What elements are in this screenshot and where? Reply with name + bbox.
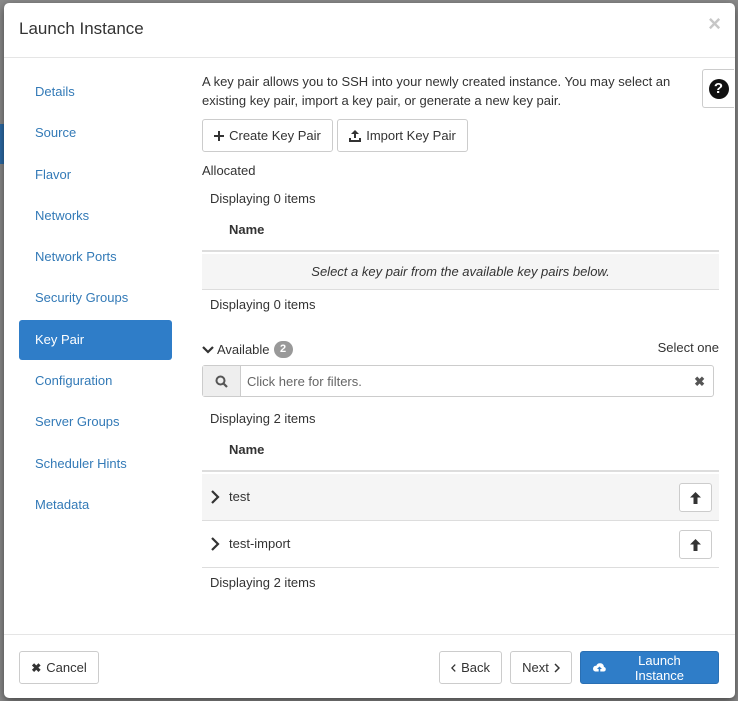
import-key-pair-button[interactable]: Import Key Pair <box>337 119 468 152</box>
cloud-upload-icon <box>593 662 606 671</box>
search-icon <box>215 375 228 388</box>
arrow-up-icon <box>690 538 701 551</box>
available-toggle[interactable]: Available 2 <box>202 341 293 358</box>
filter-bar: ✖ <box>202 365 714 397</box>
select-one-label: Select one <box>657 340 719 355</box>
launch-instance-modal: Launch Instance × Details Source Flavor … <box>4 3 735 698</box>
intro-text: A key pair allows you to SSH into your n… <box>202 74 671 108</box>
filter-addon <box>203 366 241 396</box>
import-key-pair-label: Import Key Pair <box>366 128 456 143</box>
allocated-table-header: Name <box>202 212 719 252</box>
modal-header: Launch Instance × <box>4 3 735 58</box>
sidebar-item-source[interactable]: Source <box>19 113 172 153</box>
available-count-bottom: Displaying 2 items <box>210 575 316 590</box>
clear-filter-icon[interactable]: ✖ <box>694 374 705 390</box>
allocated-column-name: Name <box>229 222 265 237</box>
chevron-down-icon <box>202 345 214 354</box>
key-pair-name: test <box>229 489 250 504</box>
available-column-name: Name <box>229 442 265 457</box>
sidebar-item-server-groups[interactable]: Server Groups <box>19 402 172 442</box>
table-row[interactable]: test <box>202 474 719 521</box>
modal-footer: ✖ Cancel Back Next Launch Instance <box>4 634 735 698</box>
arrow-up-icon <box>690 491 701 504</box>
close-icon[interactable]: × <box>708 13 721 35</box>
sidebar-item-flavor[interactable]: Flavor <box>19 155 172 195</box>
filter-input[interactable] <box>242 366 682 396</box>
upload-icon <box>349 129 362 142</box>
sidebar-item-scheduler-hints[interactable]: Scheduler Hints <box>19 444 172 484</box>
close-icon: ✖ <box>31 660 42 675</box>
allocate-button[interactable] <box>679 530 712 559</box>
sidebar-item-key-pair[interactable]: Key Pair <box>19 319 172 360</box>
sidebar-item-metadata[interactable]: Metadata <box>19 485 172 525</box>
allocated-count-top: Displaying 0 items <box>210 191 316 206</box>
wizard-sidebar: Details Source Flavor Networks Network P… <box>19 72 172 526</box>
table-row[interactable]: test-import <box>202 521 719 568</box>
chevron-right-icon[interactable] <box>209 536 221 552</box>
back-label: Back <box>461 660 490 675</box>
plus-icon <box>214 130 225 141</box>
available-heading: Available <box>217 342 270 357</box>
available-count-badge: 2 <box>273 341 293 358</box>
allocate-button[interactable] <box>679 483 712 512</box>
key-pair-name: test-import <box>229 536 291 551</box>
cancel-button[interactable]: ✖ Cancel <box>19 651 99 684</box>
back-button[interactable]: Back <box>439 651 502 684</box>
sidebar-item-details[interactable]: Details <box>19 72 172 112</box>
help-button[interactable]: ? <box>702 69 734 108</box>
chevron-right-icon[interactable] <box>209 489 221 505</box>
next-label: Next <box>522 660 549 675</box>
available-table-header: Name <box>202 432 719 472</box>
modal-title: Launch Instance <box>19 19 144 38</box>
allocated-count-bottom: Displaying 0 items <box>210 297 316 312</box>
sidebar-item-configuration[interactable]: Configuration <box>19 361 172 401</box>
allocated-heading: Allocated <box>202 163 256 178</box>
next-button[interactable]: Next <box>510 651 572 684</box>
sidebar-item-network-ports[interactable]: Network Ports <box>19 237 172 277</box>
sidebar-item-security-groups[interactable]: Security Groups <box>19 278 172 318</box>
chevron-right-icon <box>554 662 560 673</box>
available-count-top: Displaying 2 items <box>210 411 316 426</box>
chevron-left-icon <box>451 663 456 672</box>
cancel-label: Cancel <box>46 660 87 675</box>
launch-instance-label: Launch Instance <box>634 652 685 683</box>
sidebar-item-networks[interactable]: Networks <box>19 196 172 236</box>
create-key-pair-label: Create Key Pair <box>229 128 321 143</box>
create-key-pair-button[interactable]: Create Key Pair <box>202 119 333 152</box>
launch-instance-button[interactable]: Launch Instance <box>580 651 719 684</box>
allocated-empty-row: Select a key pair from the available key… <box>202 254 719 290</box>
question-icon: ? <box>708 78 729 99</box>
